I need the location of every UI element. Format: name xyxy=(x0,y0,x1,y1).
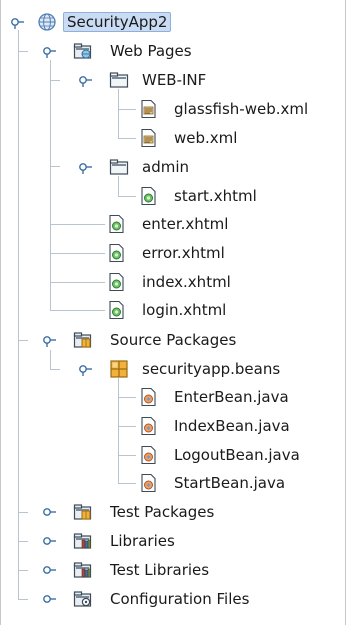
tree-node-label[interactable]: WEB-INF xyxy=(139,70,209,90)
tree-node-test-libraries[interactable]: Test Libraries xyxy=(1,558,346,582)
collapse-toggle[interactable] xyxy=(43,44,57,58)
tree-node-admin[interactable]: admin xyxy=(1,155,346,179)
tree-node-file[interactable]: StartBean.java xyxy=(1,471,346,495)
tree-node-label[interactable]: web.xml xyxy=(171,128,240,148)
tree-node-label[interactable]: Test Libraries xyxy=(107,560,212,580)
tree-node-label[interactable]: Web Pages xyxy=(107,41,195,61)
xhtml-file-icon xyxy=(107,300,127,320)
tree-node-file[interactable]: EnterBean.java xyxy=(1,385,346,409)
source-packages-folder-icon xyxy=(73,330,93,350)
tree-node-label[interactable]: IndexBean.java xyxy=(171,416,293,436)
tree-node-test-packages[interactable]: Test Packages xyxy=(1,500,346,524)
tree-node-libraries[interactable]: Libraries xyxy=(1,529,346,553)
tree-node-label[interactable]: admin xyxy=(139,157,192,177)
web-pages-folder-icon xyxy=(73,41,93,61)
tree-node-label[interactable]: SecurityApp2 xyxy=(63,12,172,32)
tree-node-source-packages[interactable]: Source Packages xyxy=(1,328,346,352)
tree-node-label[interactable]: index.xhtml xyxy=(139,272,234,292)
tree-node-label[interactable]: start.xhtml xyxy=(171,186,260,206)
tree-node-label[interactable]: Configuration Files xyxy=(107,589,252,609)
collapse-toggle[interactable] xyxy=(79,160,93,174)
tree-node-file[interactable]: start.xhtml xyxy=(1,184,346,208)
tree-node-label[interactable]: securityapp.beans xyxy=(139,359,283,379)
xhtml-file-icon xyxy=(107,243,127,263)
xhtml-file-icon xyxy=(107,272,127,292)
tree-node-file[interactable]: IndexBean.java xyxy=(1,414,346,438)
xml-file-icon xyxy=(139,99,159,119)
expand-toggle[interactable] xyxy=(43,534,57,548)
expand-toggle[interactable] xyxy=(43,592,57,606)
test-packages-folder-icon xyxy=(73,502,93,522)
project-tree[interactable]: SecurityApp2 Web Pages WEB-INF glassfish… xyxy=(0,0,346,625)
tree-node-label[interactable]: StartBean.java xyxy=(171,473,288,493)
tree-node-file[interactable]: login.xhtml xyxy=(1,298,346,322)
tree-node-label[interactable]: Libraries xyxy=(107,531,178,551)
tree-node-label[interactable]: enter.xhtml xyxy=(139,214,231,234)
java-file-icon xyxy=(139,416,159,436)
folder-icon xyxy=(109,157,129,177)
tree-node-file[interactable]: glassfish-web.xml xyxy=(1,97,346,121)
tree-node-label[interactable]: glassfish-web.xml xyxy=(171,99,311,119)
configuration-folder-icon xyxy=(73,589,93,609)
expand-toggle[interactable] xyxy=(43,505,57,519)
tree-node-file[interactable]: enter.xhtml xyxy=(1,212,346,236)
java-file-icon xyxy=(139,445,159,465)
tree-node-label[interactable]: Source Packages xyxy=(107,330,239,350)
java-file-icon xyxy=(139,387,159,407)
package-icon xyxy=(109,359,129,379)
tree-node-web-inf[interactable]: WEB-INF xyxy=(1,68,346,92)
tree-node-label[interactable]: error.xhtml xyxy=(139,243,228,263)
collapse-toggle[interactable] xyxy=(43,333,57,347)
libraries-folder-icon xyxy=(73,531,93,551)
collapse-toggle[interactable] xyxy=(11,15,25,29)
tree-node-file[interactable]: index.xhtml xyxy=(1,270,346,294)
tree-node-label[interactable]: Test Packages xyxy=(107,502,217,522)
tree-node-configuration-files[interactable]: Configuration Files xyxy=(1,587,346,611)
tree-node-label[interactable]: EnterBean.java xyxy=(171,387,292,407)
xhtml-file-icon xyxy=(107,214,127,234)
tree-node-file[interactable]: web.xml xyxy=(1,126,346,150)
tree-node-file[interactable]: LogoutBean.java xyxy=(1,443,346,467)
tree-node-securityapp2[interactable]: SecurityApp2 xyxy=(1,10,346,34)
xml-file-icon xyxy=(139,128,159,148)
xhtml-file-icon xyxy=(139,186,159,206)
expand-toggle[interactable] xyxy=(43,563,57,577)
test-libraries-folder-icon xyxy=(73,560,93,580)
tree-node-label[interactable]: LogoutBean.java xyxy=(171,445,303,465)
globe-icon xyxy=(37,12,57,32)
java-file-icon xyxy=(139,473,159,493)
folder-icon xyxy=(109,70,129,90)
tree-node-label[interactable]: login.xhtml xyxy=(139,300,229,320)
tree-node-package[interactable]: securityapp.beans xyxy=(1,357,346,381)
collapse-toggle[interactable] xyxy=(79,362,93,376)
tree-node-file[interactable]: error.xhtml xyxy=(1,241,346,265)
tree-node-web-pages[interactable]: Web Pages xyxy=(1,39,346,63)
collapse-toggle[interactable] xyxy=(79,73,93,87)
